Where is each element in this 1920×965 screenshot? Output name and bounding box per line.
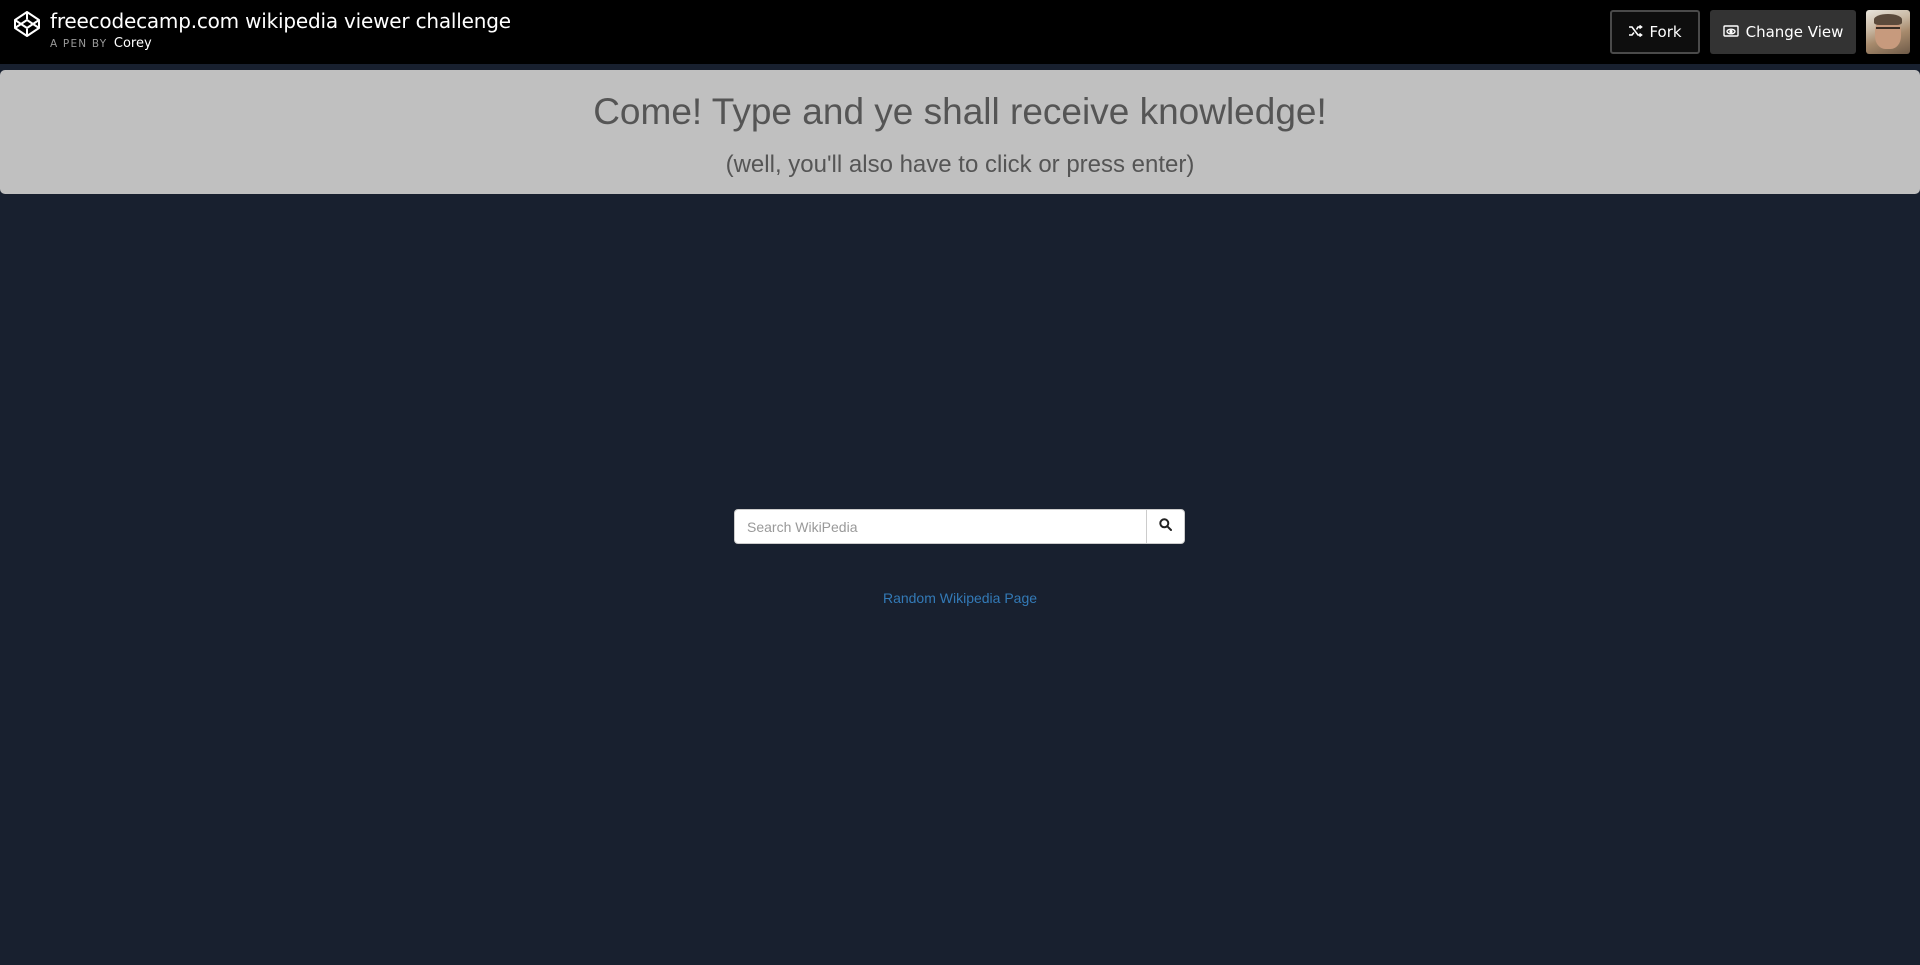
banner-subheading: (well, you'll also have to click or pres… (725, 151, 1195, 178)
byline-prefix: A PEN BY (50, 38, 108, 50)
pen-title: freecodecamp.com wikipedia viewer challe… (50, 9, 511, 33)
search-input[interactable] (734, 509, 1146, 544)
eye-window-icon (1722, 23, 1739, 41)
search-icon (1159, 517, 1172, 536)
banner-heading: Come! Type and ye shall receive knowledg… (593, 91, 1327, 132)
codepen-logo-icon[interactable] (13, 10, 41, 38)
jumbotron-banner: Come! Type and ye shall receive knowledg… (0, 70, 1920, 194)
author-link[interactable]: Corey (114, 36, 152, 51)
fork-icon (1628, 23, 1644, 41)
search-form (734, 509, 1185, 544)
fork-label: Fork (1649, 23, 1682, 41)
search-button[interactable] (1146, 509, 1185, 544)
random-link-container: Random Wikipedia Page (0, 590, 1920, 606)
random-wikipedia-link[interactable]: Random Wikipedia Page (883, 590, 1037, 606)
codepen-header: freecodecamp.com wikipedia viewer challe… (0, 0, 1920, 64)
fork-button[interactable]: Fork (1610, 10, 1700, 54)
avatar-hair (1874, 14, 1902, 25)
avatar-glasses (1876, 27, 1900, 33)
pen-byline: A PEN BY Corey (50, 36, 152, 52)
change-view-label: Change View (1745, 23, 1844, 41)
user-avatar[interactable] (1866, 10, 1910, 54)
change-view-button[interactable]: Change View (1710, 10, 1856, 54)
